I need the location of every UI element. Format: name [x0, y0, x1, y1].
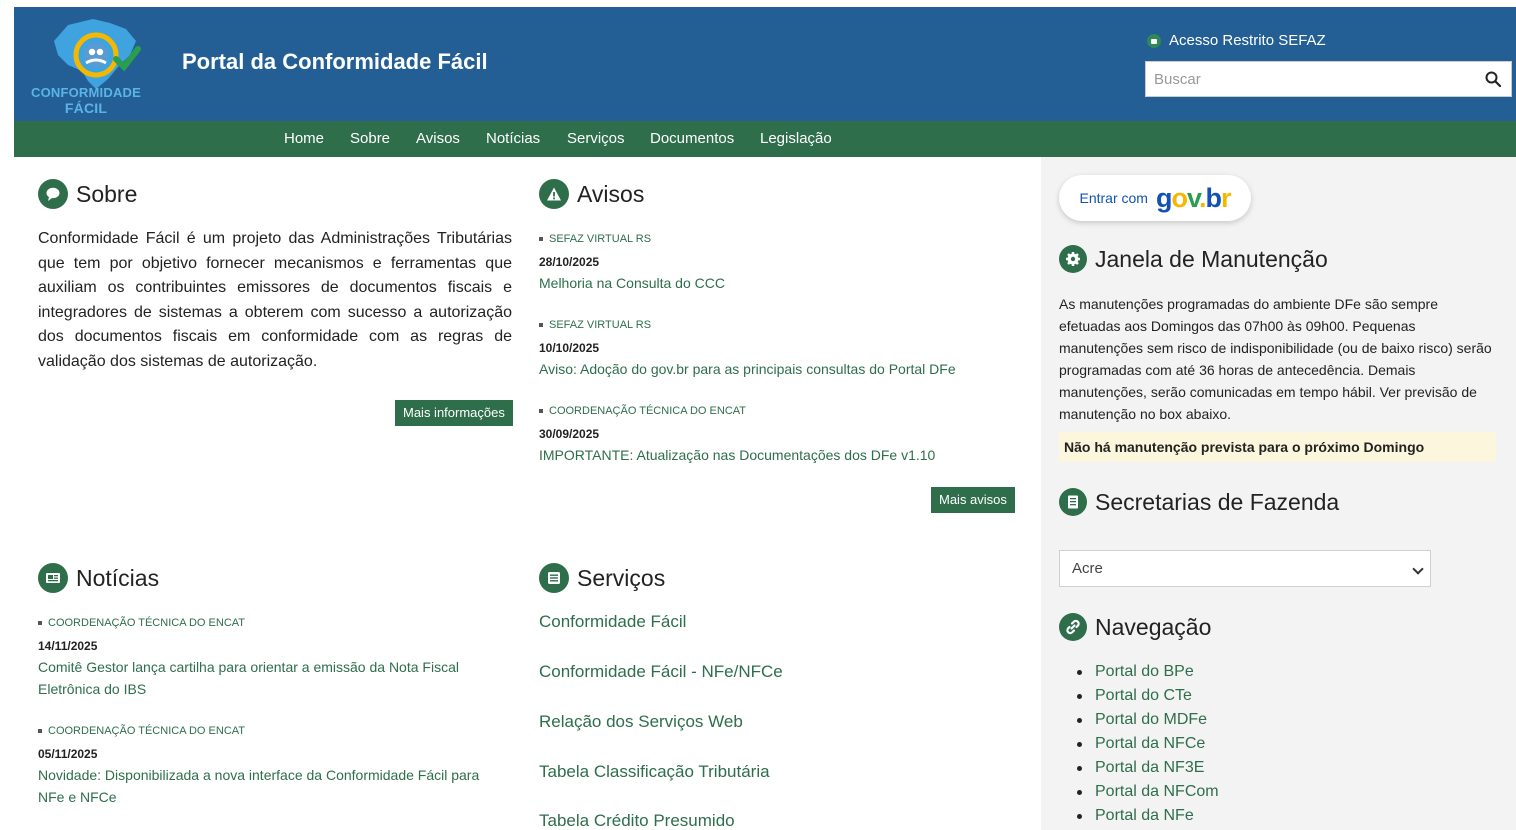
noticia-category[interactable]: Coordenação Técnica do ENCAT [38, 725, 245, 737]
navegacao-list: Portal do BPe Portal do CTe Portal do MD… [1077, 660, 1219, 828]
main-content: Sobre Conformidade Fácil é um projeto da… [14, 157, 1041, 830]
logo-text-line1: CONFORMIDADE [30, 85, 141, 100]
list-icon [539, 563, 569, 593]
aviso-date: 28/10/2025 [539, 255, 600, 269]
servico-link[interactable]: Conformidade Fácil - NFe/NFCe [539, 662, 783, 682]
portal-link[interactable]: Portal do MDFe [1077, 708, 1219, 732]
noticias-title: Notícias [76, 564, 160, 591]
mais-avisos-button[interactable]: Mais avisos [931, 487, 1015, 513]
chevron-down-icon [1412, 563, 1424, 575]
site-title[interactable]: Portal da Conformidade Fácil [182, 49, 488, 75]
aviso-date: 30/09/2025 [539, 427, 600, 441]
sidebar: Entrar com gov.br Janela de Manutenção A… [1041, 157, 1516, 830]
aviso-date: 10/10/2025 [539, 341, 600, 355]
nav-servicos[interactable]: Serviços [567, 130, 625, 147]
servico-link[interactable]: Relação dos Serviços Web [539, 712, 743, 732]
secretarias-heading: Secretarias de Fazenda [1059, 488, 1339, 516]
navegacao-heading: Navegação [1059, 613, 1211, 641]
search-icon[interactable] [1485, 71, 1501, 87]
aviso-category[interactable]: SEFAZ VIRTUAL RS [539, 233, 651, 245]
servico-link[interactable]: Conformidade Fácil [539, 612, 686, 632]
nav-home[interactable]: Home [284, 130, 324, 147]
portal-link[interactable]: Portal da NFe [1077, 804, 1219, 828]
nav-legislacao[interactable]: Legislação [760, 130, 832, 147]
noticia-date: 14/11/2025 [38, 639, 98, 653]
main-nav: Home Sobre Avisos Notícias Serviços Docu… [14, 121, 1516, 157]
newspaper-icon [38, 563, 68, 593]
avisos-heading: Avisos [539, 179, 644, 209]
noticia-date: 05/11/2025 [38, 747, 98, 761]
restricted-access-link[interactable]: Acesso Restrito SEFAZ [1147, 32, 1326, 49]
portal-link[interactable]: Portal do CTe [1077, 684, 1219, 708]
nav-sobre[interactable]: Sobre [350, 130, 390, 147]
aviso-category[interactable]: SEFAZ VIRTUAL RS [539, 319, 651, 331]
sobre-title: Sobre [76, 180, 138, 207]
servico-link[interactable]: Tabela Crédito Presumido [539, 811, 735, 830]
aviso-link[interactable]: IMPORTANTE: Atualização nas Documentaçõe… [539, 444, 935, 466]
secretarias-select[interactable]: Acre [1059, 550, 1431, 587]
portal-link[interactable]: Portal do BPe [1077, 660, 1219, 684]
noticia-link[interactable]: Comitê Gestor lança cartilha para orient… [38, 656, 508, 700]
page: CONFORMIDADE FÁCIL Portal da Conformidad… [14, 7, 1516, 830]
nav-noticias[interactable]: Notícias [486, 130, 540, 147]
site-header: CONFORMIDADE FÁCIL Portal da Conformidad… [14, 7, 1516, 121]
gear-icon [1059, 245, 1087, 273]
chat-bubble-icon [38, 179, 68, 209]
portal-link[interactable]: Portal da NFCom [1077, 780, 1219, 804]
aviso-link[interactable]: Melhoria na Consulta do CCC [539, 272, 725, 294]
mais-informacoes-button[interactable]: Mais informações [395, 400, 513, 426]
brazil-map-icon [54, 19, 141, 89]
login-label: Entrar com [1079, 190, 1148, 206]
secretarias-title: Secretarias de Fazenda [1095, 488, 1340, 515]
conformidade-facil-logo[interactable]: CONFORMIDADE FÁCIL [31, 15, 158, 116]
search-input[interactable] [1146, 62, 1474, 96]
govbr-login-button[interactable]: Entrar com gov.br [1059, 175, 1251, 221]
maintenance-title: Janela de Manutenção [1095, 245, 1328, 272]
lock-icon [1147, 33, 1161, 48]
maintenance-heading: Janela de Manutenção [1059, 245, 1328, 273]
warning-icon [539, 179, 569, 209]
noticias-heading: Notícias [38, 563, 159, 593]
nav-avisos[interactable]: Avisos [416, 130, 460, 147]
restricted-access-label: Acesso Restrito SEFAZ [1169, 32, 1326, 49]
avisos-title: Avisos [577, 180, 645, 207]
logo-text-line2: FÁCIL [64, 100, 108, 116]
servicos-title: Serviços [577, 564, 666, 591]
portal-link[interactable]: Portal da NFCe [1077, 732, 1219, 756]
secretarias-selected-value: Acre [1072, 560, 1103, 577]
sobre-text: Conformidade Fácil é um projeto das Admi… [38, 230, 512, 370]
link-icon [1059, 613, 1087, 641]
aviso-category[interactable]: Coordenação Técnica do ENCAT [539, 405, 746, 417]
navegacao-title: Navegação [1095, 613, 1212, 640]
servicos-heading: Serviços [539, 563, 665, 593]
govbr-logo: gov.br [1155, 182, 1231, 213]
portal-link[interactable]: Portal da NF3E [1077, 756, 1219, 780]
noticia-category[interactable]: Coordenação Técnica do ENCAT [38, 617, 245, 629]
sobre-heading: Sobre [38, 179, 137, 209]
aviso-link[interactable]: Aviso: Adoção do gov.br para as principa… [539, 358, 956, 380]
servico-link[interactable]: Tabela Classificação Tributária [539, 762, 770, 782]
building-icon [1059, 488, 1087, 516]
maintenance-alert: Não há manutenção prevista para o próxim… [1059, 432, 1496, 462]
maintenance-text: As manutenções programadas do ambiente D… [1059, 296, 1492, 422]
search-box [1145, 61, 1512, 97]
nav-documentos[interactable]: Documentos [650, 130, 734, 147]
noticia-link[interactable]: Novidade: Disponibilizada a nova interfa… [38, 764, 508, 808]
